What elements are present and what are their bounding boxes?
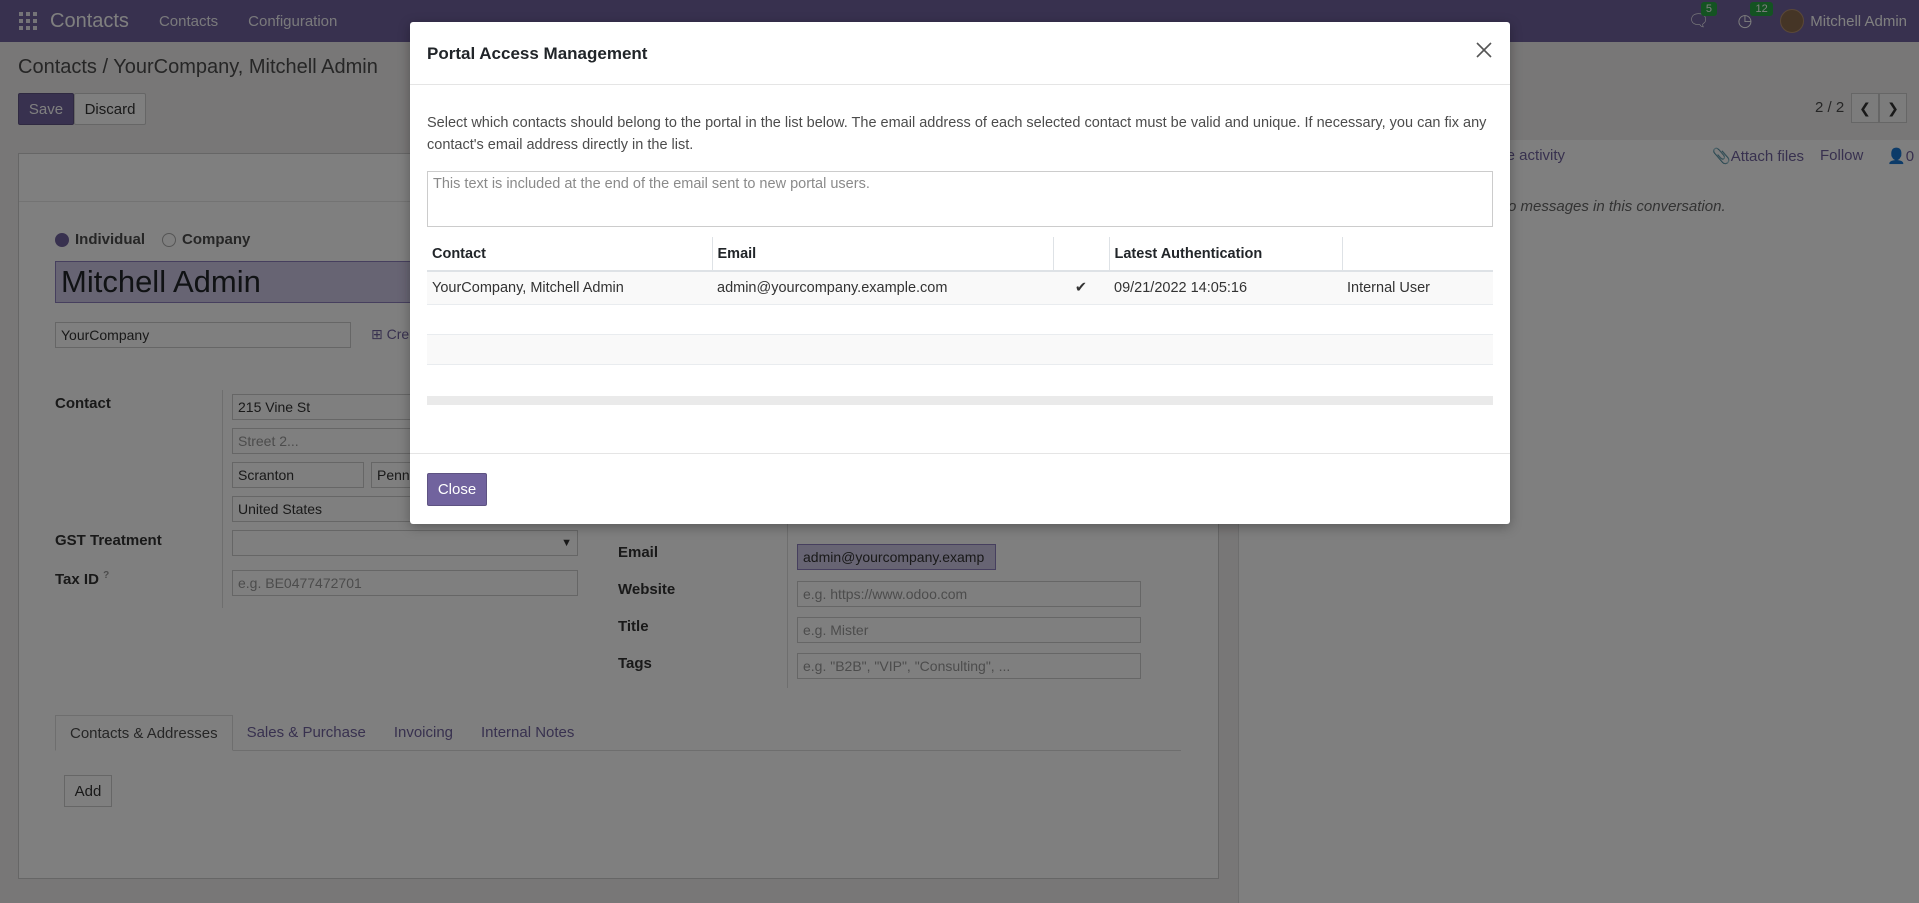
portal-access-dialog: Portal Access Management Select which co…	[410, 22, 1510, 524]
cell-role: Internal User	[1342, 270, 1493, 304]
column-header-email[interactable]: Email	[711, 237, 1053, 272]
horizontal-scrollbar[interactable]	[427, 396, 1493, 405]
column-header-contact[interactable]: Contact	[427, 237, 712, 272]
table-empty-row	[427, 303, 1493, 334]
close-button[interactable]: Close	[427, 473, 487, 506]
cell-contact[interactable]: YourCompany, Mitchell Admin	[427, 270, 712, 304]
table-empty-row	[427, 363, 1493, 394]
table-empty-row	[427, 333, 1493, 364]
column-header-role	[1341, 237, 1493, 272]
dialog-header: Portal Access Management	[410, 22, 1510, 85]
portal-users-table: Contact Email Latest Authentication Your…	[427, 237, 1493, 394]
table-row[interactable]: YourCompany, Mitchell Admin admin@yourco…	[427, 270, 1493, 304]
check-icon[interactable]: ✔	[1053, 270, 1109, 304]
cell-latest-auth: 09/21/2022 14:05:16	[1109, 270, 1342, 304]
dialog-title: Portal Access Management	[427, 44, 648, 63]
dialog-intro-text: Select which contacts should belong to t…	[427, 115, 1487, 153]
welcome-message-textarea[interactable]: This text is included at the end of the …	[427, 171, 1493, 227]
close-icon[interactable]	[1474, 40, 1494, 60]
column-header-portal	[1052, 237, 1109, 272]
cell-email[interactable]: admin@yourcompany.example.com	[712, 270, 1053, 304]
column-header-latest-auth[interactable]: Latest Authentication	[1108, 237, 1342, 272]
table-header-row: Contact Email Latest Authentication	[427, 237, 1493, 272]
dialog-footer: Close	[410, 453, 1510, 524]
